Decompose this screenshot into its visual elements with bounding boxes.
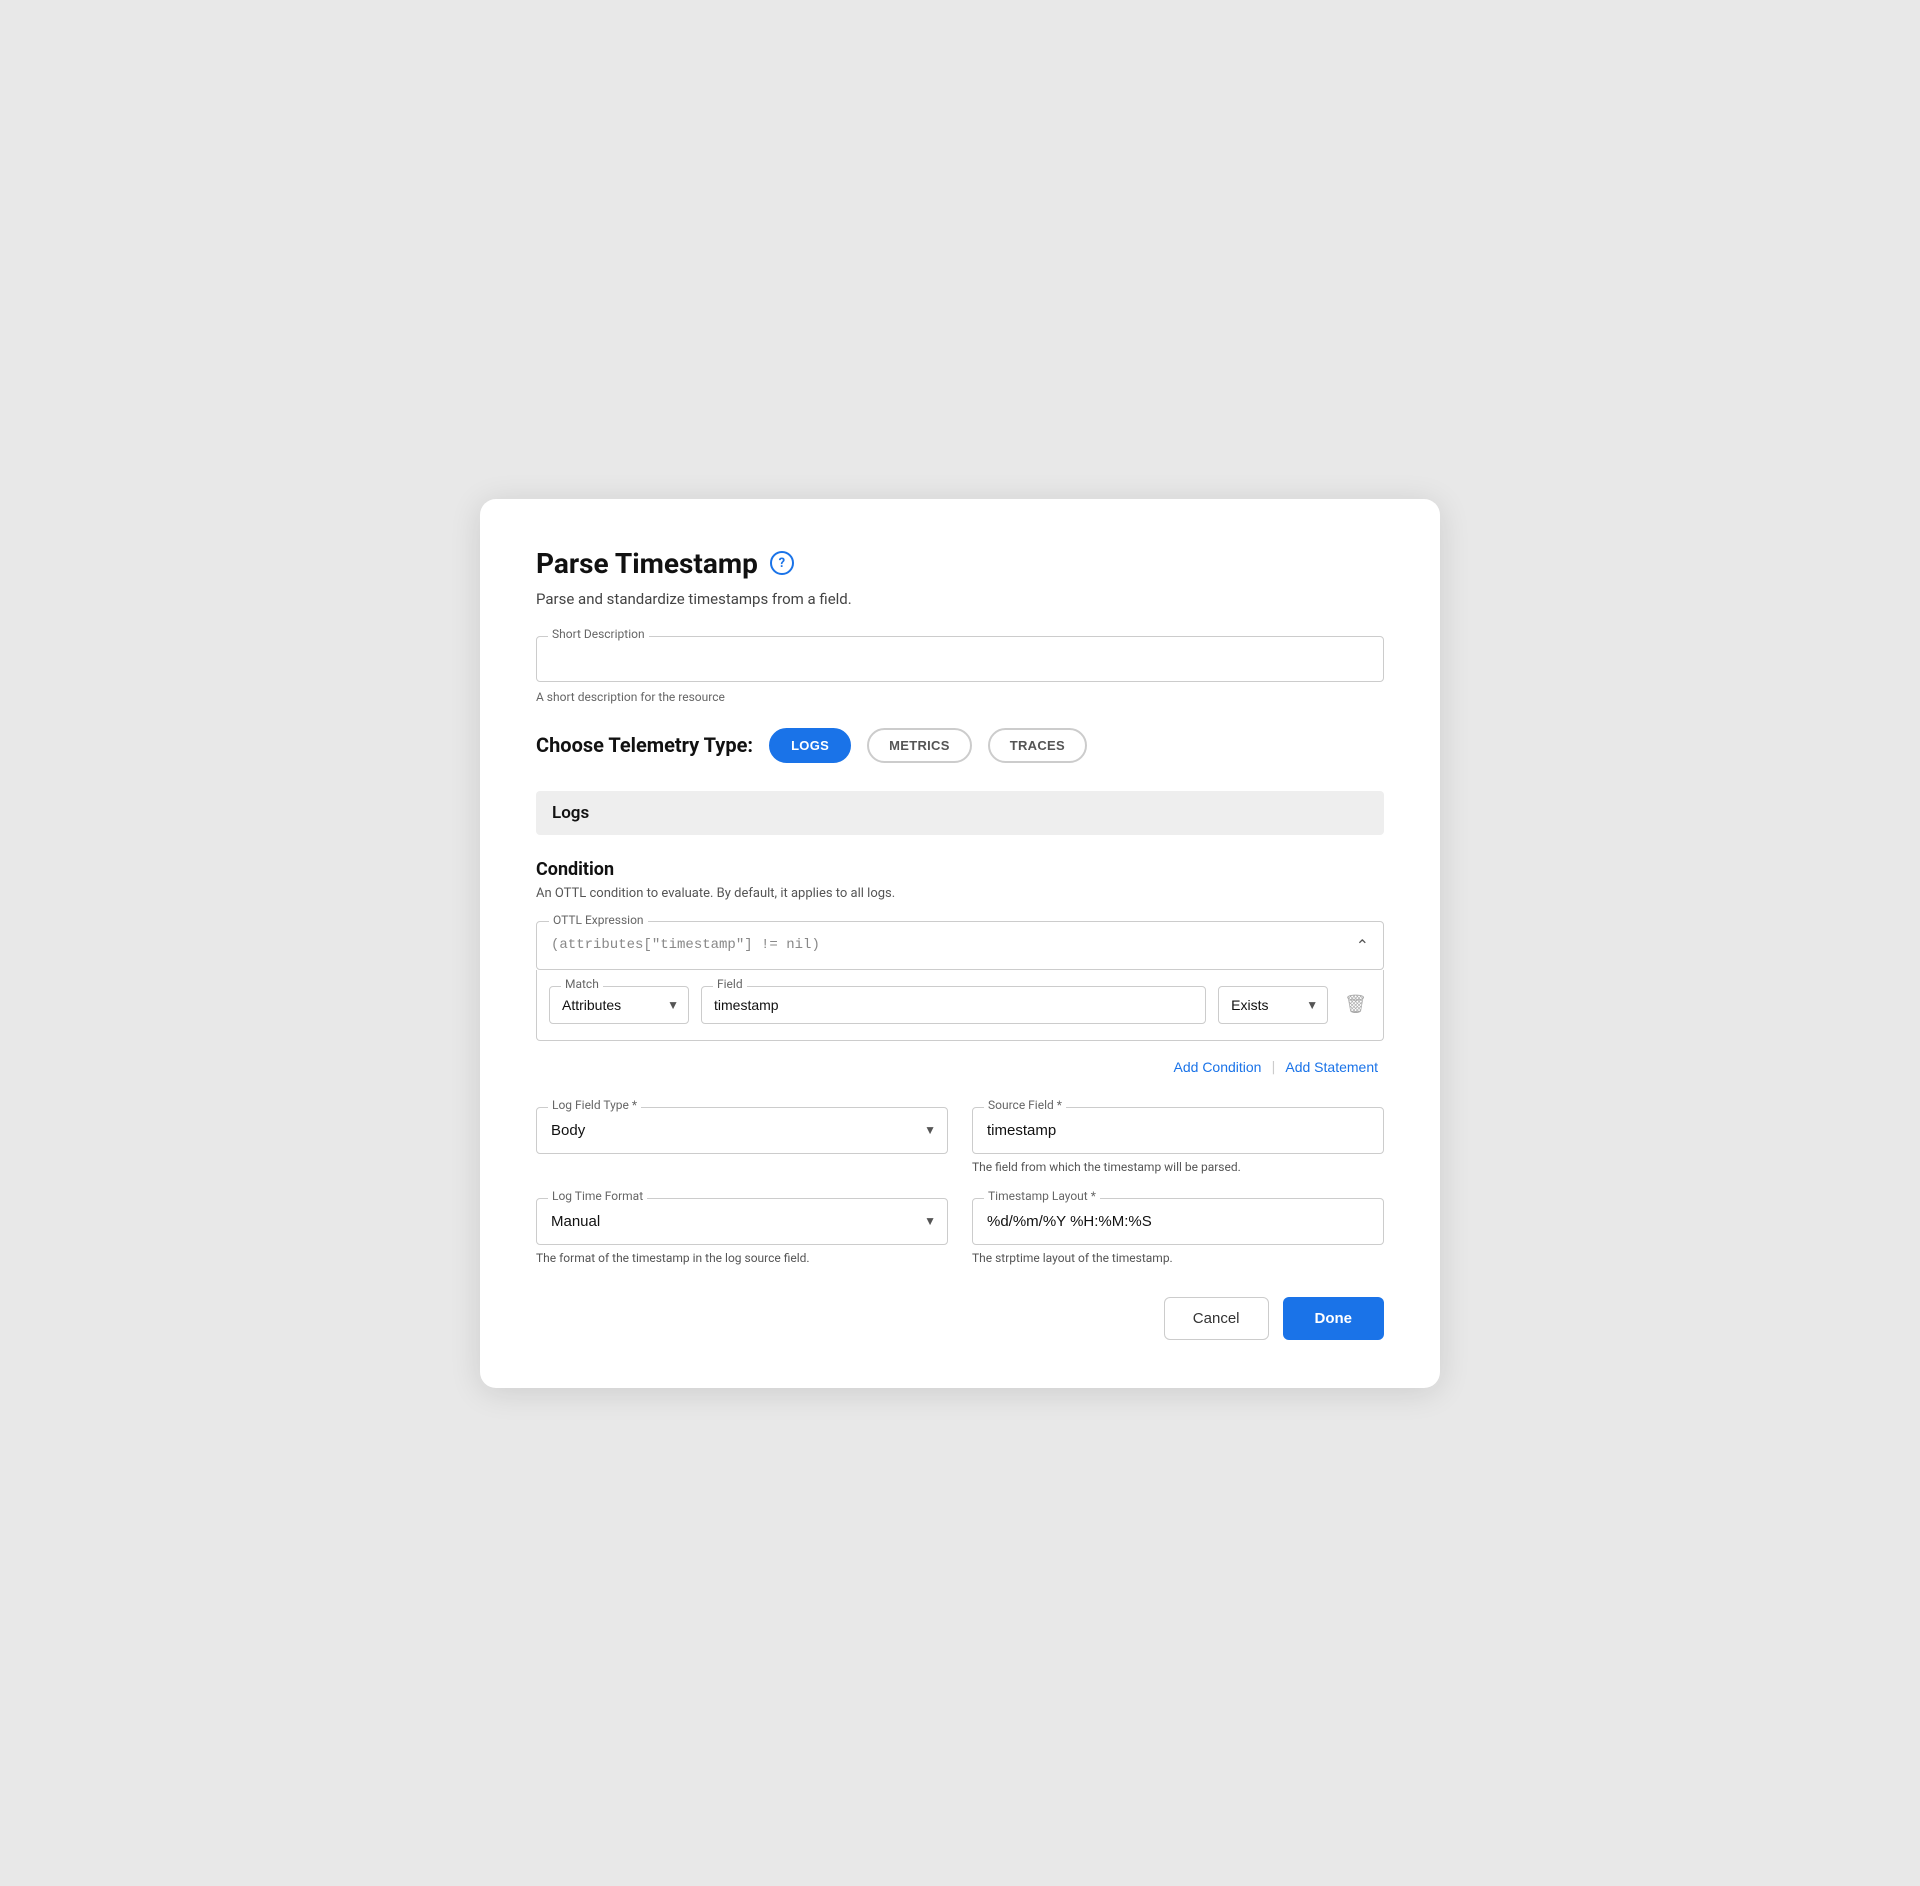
exists-select[interactable]: Exists Not Exists Equals Not Equals [1218,986,1328,1024]
condition-desc: An OTTL condition to evaluate. By defaul… [536,886,1384,901]
telemetry-btn-traces[interactable]: TRACES [988,728,1087,763]
log-field-type-field: Log Field Type * Body Attributes Resourc… [536,1107,948,1154]
timestamp-layout-group: Timestamp Layout * The strptime layout o… [972,1198,1384,1265]
source-field-label: Source Field * [984,1098,1066,1112]
log-time-format-hint: The format of the timestamp in the log s… [536,1251,948,1265]
condition-title: Condition [536,859,1384,880]
modal-footer: Cancel Done [536,1297,1384,1340]
form-two-col: Log Field Type * Body Attributes Resourc… [536,1107,1384,1265]
add-condition-button[interactable]: Add Condition [1168,1055,1268,1079]
source-field-group: Source Field * The field from which the … [972,1107,1384,1174]
modal-title: Parse Timestamp [536,547,758,580]
exists-select-group: Exists Not Exists Equals Not Equals ▼ [1218,986,1328,1024]
modal-container: Parse Timestamp ? Parse and standardize … [480,499,1440,1388]
timestamp-layout-field: Timestamp Layout * [972,1198,1384,1245]
timestamp-layout-label: Timestamp Layout * [984,1189,1100,1203]
source-field-field: Source Field * [972,1107,1384,1154]
match-label: Match [561,977,603,991]
add-statement-button[interactable]: Add Statement [1279,1055,1384,1079]
source-field-input[interactable] [972,1107,1384,1154]
ottl-expression-box: OTTL Expression (attributes["timestamp"]… [536,921,1384,970]
telemetry-btn-metrics[interactable]: METRICS [867,728,972,763]
short-description-label: Short Description [548,627,649,641]
telemetry-row: Choose Telemetry Type: LOGS METRICS TRAC… [536,728,1384,763]
timestamp-layout-input[interactable] [972,1198,1384,1245]
match-select[interactable]: Attributes Resource Instrumentation Log [549,986,689,1024]
cancel-button[interactable]: Cancel [1164,1297,1269,1340]
log-field-type-select[interactable]: Body Attributes Resource [536,1107,948,1154]
timestamp-layout-hint: The strptime layout of the timestamp. [972,1251,1384,1265]
modal-subtitle: Parse and standardize timestamps from a … [536,590,1384,608]
done-button[interactable]: Done [1283,1297,1385,1340]
short-description-group: Short Description [536,636,1384,682]
match-select-group: Match Attributes Resource Instrumentatio… [549,986,689,1024]
section-header: Logs [536,791,1384,835]
delete-condition-icon[interactable]: 🗑 [1340,990,1371,1019]
log-field-type-group: Log Field Type * Body Attributes Resourc… [536,1107,948,1174]
ottl-chevron-icon[interactable]: ⌃ [1356,936,1369,955]
condition-section: Condition An OTTL condition to evaluate.… [536,859,1384,1079]
title-row: Parse Timestamp ? [536,547,1384,580]
ottl-label: OTTL Expression [549,913,648,927]
short-description-input[interactable] [536,636,1384,682]
field-input-group: Field [701,986,1206,1024]
log-field-type-label: Log Field Type * [548,1098,641,1112]
short-description-hint: A short description for the resource [536,690,1384,704]
action-divider: | [1271,1057,1275,1076]
condition-fields-row: Match Attributes Resource Instrumentatio… [536,970,1384,1041]
log-time-format-field: Log Time Format Manual Auto ISO8601 ▼ [536,1198,948,1245]
telemetry-btn-logs[interactable]: LOGS [769,728,851,763]
log-time-format-label: Log Time Format [548,1189,647,1203]
help-icon[interactable]: ? [770,551,794,575]
field-label: Field [713,977,747,991]
log-time-format-group: Log Time Format Manual Auto ISO8601 ▼ Th… [536,1198,948,1265]
ottl-value: (attributes["timestamp"] != nil) [551,937,1356,953]
log-time-format-select[interactable]: Manual Auto ISO8601 [536,1198,948,1245]
action-links: Add Condition | Add Statement [536,1055,1384,1079]
ottl-value-row: (attributes["timestamp"] != nil) ⌃ [537,922,1383,969]
source-field-hint: The field from which the timestamp will … [972,1160,1384,1174]
telemetry-label: Choose Telemetry Type: [536,733,753,757]
field-input[interactable] [701,986,1206,1024]
